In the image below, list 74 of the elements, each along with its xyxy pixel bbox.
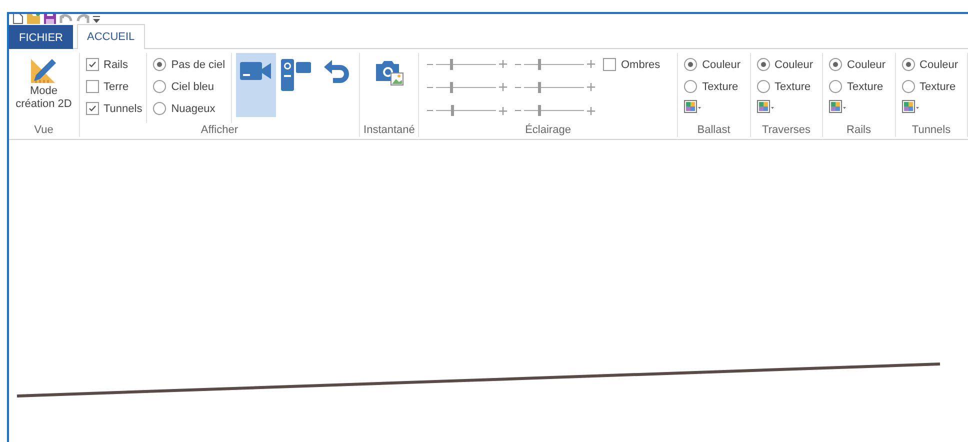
minus-icon[interactable] xyxy=(515,86,521,89)
plus-icon[interactable] xyxy=(587,106,595,115)
radio-label: Ciel bleu xyxy=(171,80,214,92)
checkbox-label: Rails xyxy=(104,58,128,70)
video-camera-icon xyxy=(240,59,272,81)
checkmark-icon xyxy=(88,60,96,69)
radio-label: Couleur xyxy=(774,58,814,70)
plus-icon[interactable] xyxy=(499,60,507,68)
radio-button[interactable] xyxy=(829,58,842,71)
file-tab[interactable]: FICHIER xyxy=(9,25,73,49)
plus-icon[interactable] xyxy=(499,83,507,92)
radio-label: Couleur xyxy=(920,58,958,70)
radio-button[interactable] xyxy=(153,80,166,93)
radio-button[interactable] xyxy=(153,102,166,115)
checkbox-label: Ombres xyxy=(621,58,660,70)
group-title: Tunnels xyxy=(910,123,952,137)
slider-thumb[interactable] xyxy=(538,58,541,70)
radio-button[interactable] xyxy=(756,58,770,71)
radio-label: Texture xyxy=(847,80,884,92)
palette-dropdown-icon[interactable] xyxy=(756,100,775,113)
view-button[interactable] xyxy=(236,53,276,117)
minus-icon[interactable] xyxy=(515,109,521,112)
plus-icon[interactable] xyxy=(499,106,507,115)
plus-icon[interactable] xyxy=(587,83,595,92)
radio-label: Pas de ciel xyxy=(171,58,226,70)
minus-icon[interactable] xyxy=(515,62,521,66)
group-title: Vue xyxy=(33,123,54,137)
camcorder-icon xyxy=(281,59,312,91)
checkbox[interactable] xyxy=(86,80,98,93)
radio-button[interactable] xyxy=(153,58,166,71)
plus-icon[interactable] xyxy=(587,60,595,68)
radio-label: Texture xyxy=(774,80,811,92)
design-mode-button[interactable]: Mode création 2D xyxy=(12,53,76,123)
minus-icon[interactable] xyxy=(427,86,433,89)
slider-thumb[interactable] xyxy=(538,105,541,116)
group-title: Rails xyxy=(846,123,872,137)
undo-arrow-icon xyxy=(322,59,350,85)
dropdown-arrow-icon[interactable] xyxy=(93,16,100,24)
pencil-ruler-icon xyxy=(30,57,58,85)
minus-icon[interactable] xyxy=(427,62,433,66)
group-title: Instantané xyxy=(362,123,416,137)
group-title: Traverses xyxy=(761,123,812,137)
checkbox[interactable] xyxy=(603,58,616,71)
group-title: Éclairage xyxy=(524,123,572,137)
checkbox[interactable] xyxy=(86,58,98,71)
checkmark-icon xyxy=(88,104,96,113)
group-title: Afficher xyxy=(200,123,239,137)
slider-thumb[interactable] xyxy=(450,82,453,93)
open-folder-icon[interactable] xyxy=(27,14,41,24)
palette-dropdown-icon[interactable] xyxy=(684,100,702,113)
radio-label: Couleur xyxy=(702,58,741,70)
radio-button[interactable] xyxy=(829,80,842,93)
palette-dropdown-icon[interactable] xyxy=(829,100,848,113)
ribbon-tab[interactable]: ACCUEIL xyxy=(77,24,145,49)
radio-button[interactable] xyxy=(756,80,770,93)
radio-button[interactable] xyxy=(902,58,915,71)
radio-label: Couleur xyxy=(847,58,886,70)
minus-icon[interactable] xyxy=(427,109,433,112)
radio-label: Texture xyxy=(920,80,956,92)
radio-label: Texture xyxy=(702,80,738,92)
save-icon[interactable] xyxy=(44,14,56,24)
checkbox-label: Tunnels xyxy=(104,102,142,114)
group-title: Ballast xyxy=(696,123,732,137)
radio-button[interactable] xyxy=(902,80,915,93)
checkbox[interactable] xyxy=(86,102,98,115)
slider-thumb[interactable] xyxy=(538,82,541,93)
slider-thumb[interactable] xyxy=(451,105,454,116)
radio-label: Nuageux xyxy=(171,102,216,114)
radio-button[interactable] xyxy=(684,80,698,93)
radio-button[interactable] xyxy=(684,58,698,71)
checkbox-label: Terre xyxy=(104,80,129,92)
palette-dropdown-icon[interactable] xyxy=(902,100,920,113)
snapshot-camera-icon[interactable] xyxy=(374,59,404,87)
slider-thumb[interactable] xyxy=(450,58,453,70)
